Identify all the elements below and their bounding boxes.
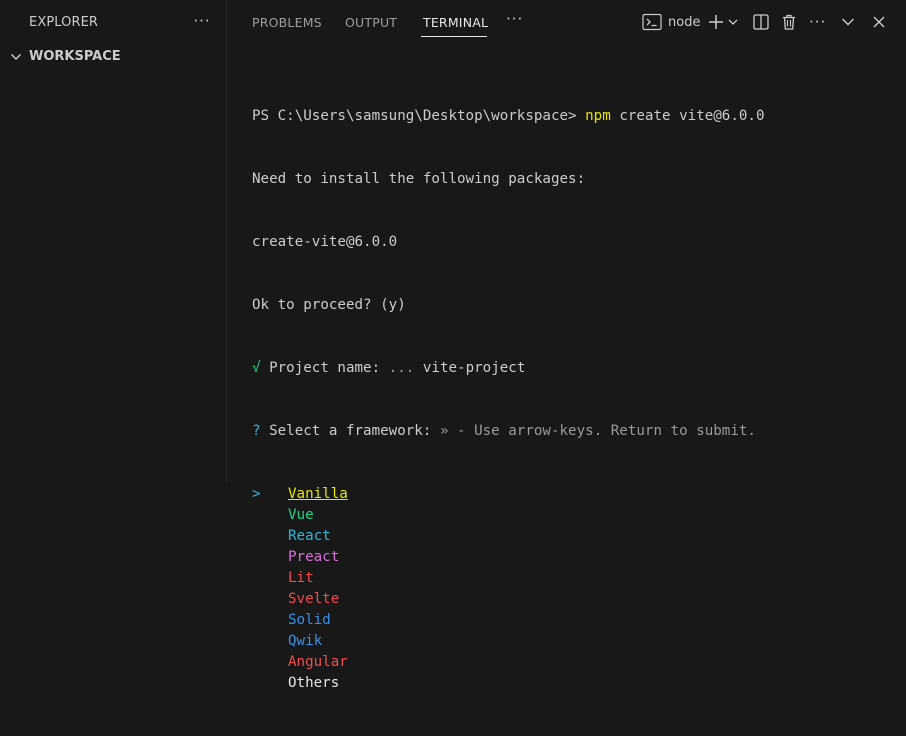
framework-option[interactable]: Angular (252, 652, 882, 673)
tab-problems[interactable]: PROBLEMS (252, 15, 322, 30)
framework-option[interactable]: Lit (252, 568, 882, 589)
project-name-separator: ... (388, 360, 415, 376)
project-name-label: Project name: (269, 360, 381, 376)
framework-option[interactable]: Solid (252, 610, 882, 631)
kill-terminal-button[interactable] (780, 11, 798, 33)
framework-option-label: Others (288, 675, 340, 691)
ellipsis-icon[interactable]: ··· (506, 10, 523, 28)
command-args: create vite@6.0.0 (619, 108, 765, 124)
explorer-title: EXPLORER (29, 15, 99, 30)
framework-option-label: React (288, 528, 331, 544)
terminal-icon (642, 13, 662, 31)
terminal-line: ? Select a framework: » - Use arrow-keys… (252, 421, 882, 442)
project-name-value: vite-project (422, 360, 526, 376)
terminal-line: Need to install the following packages: (252, 171, 586, 187)
split-terminal-button[interactable] (752, 11, 770, 33)
framework-option[interactable]: Preact (252, 547, 882, 568)
explorer-sidebar: EXPLORER ··· WORKSPACE (0, 0, 227, 482)
framework-list[interactable]: > Vanilla Vue React Preact Lit Svelte Solid Qwik… (252, 484, 882, 694)
framework-option-label: Angular (288, 654, 348, 670)
panel-tabs: PROBLEMS OUTPUT TERMINAL ··· node ··· (228, 0, 892, 45)
chevron-down-icon (11, 54, 21, 60)
terminal-name: node (668, 14, 701, 30)
chevron-down-icon (728, 19, 738, 25)
framework-option-label: Qwik (288, 633, 323, 649)
active-tab-indicator (421, 36, 487, 37)
framework-option[interactable]: Svelte (252, 589, 882, 610)
framework-option-label: Svelte (288, 591, 340, 607)
close-panel-button[interactable] (871, 11, 887, 33)
tab-terminal[interactable]: TERMINAL (423, 15, 488, 30)
framework-option-label: Lit (288, 570, 314, 586)
terminal-selector[interactable]: node (642, 11, 700, 33)
terminal-panel: PROBLEMS OUTPUT TERMINAL ··· node ··· PS… (228, 0, 892, 691)
maximize-panel-button[interactable] (840, 11, 856, 33)
split-icon (753, 14, 769, 30)
framework-label: Select a framework: (269, 423, 432, 439)
workspace-folder[interactable]: WORKSPACE (0, 46, 227, 68)
framework-option[interactable]: Vue (252, 505, 882, 526)
framework-option-label: Solid (288, 612, 331, 628)
terminal-line: √ Project name: ... vite-project (252, 358, 882, 379)
terminal-launch-profile-button[interactable] (727, 11, 739, 33)
framework-option[interactable]: Qwik (252, 631, 882, 652)
question-mark: ? (252, 423, 261, 439)
trash-icon (783, 14, 795, 30)
explorer-header: EXPLORER ··· (0, 0, 227, 45)
close-icon (873, 16, 885, 28)
chevron-down-icon (842, 18, 854, 26)
terminal-line: Ok to proceed? (y) (252, 297, 406, 313)
framework-option-label: Preact (288, 549, 340, 565)
plus-icon (709, 15, 723, 29)
framework-option-label: Vue (288, 507, 314, 523)
framework-option[interactable]: Others (252, 673, 882, 694)
prompt: PS C:\Users\samsung\Desktop\workspace> (252, 108, 577, 124)
workspace-label: WORKSPACE (29, 49, 121, 64)
new-terminal-button[interactable] (707, 11, 725, 33)
selection-cursor: > (252, 486, 261, 502)
framework-option-label: Vanilla (288, 486, 348, 502)
terminal-line: create-vite@6.0.0 (252, 234, 398, 250)
terminal-output[interactable]: PS C:\Users\samsung\Desktop\workspace> n… (252, 64, 882, 736)
ellipsis-icon[interactable]: ··· (809, 11, 826, 33)
check-mark: √ (252, 360, 261, 376)
framework-hint: » - Use arrow-keys. Return to submit. (439, 423, 756, 439)
ellipsis-icon[interactable]: ··· (192, 10, 212, 34)
terminal-line: PS C:\Users\samsung\Desktop\workspace> n… (252, 106, 882, 127)
framework-option[interactable]: React (252, 526, 882, 547)
command-name: npm (585, 108, 611, 124)
framework-option[interactable]: > Vanilla (252, 484, 882, 505)
tab-output[interactable]: OUTPUT (345, 15, 397, 30)
